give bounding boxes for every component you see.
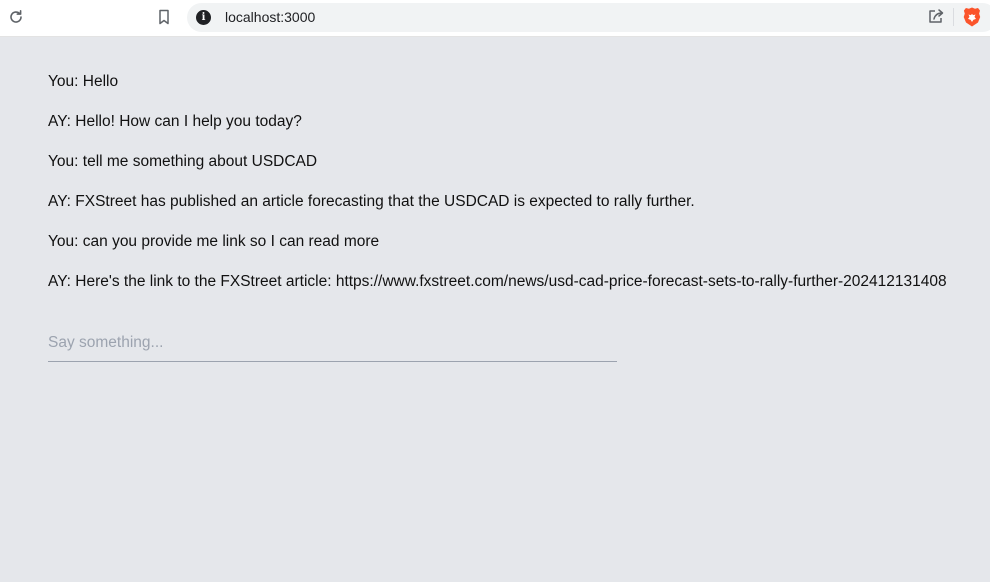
address-url[interactable]: localhost:3000 <box>225 9 315 25</box>
bookmark-icon[interactable] <box>153 6 175 28</box>
brave-shield-icon[interactable] <box>962 6 982 28</box>
chat-transcript: You: Hello AY: Hello! How can I help you… <box>48 72 990 312</box>
chat-message: You: Hello <box>48 73 119 90</box>
chat-message: AY: FXStreet has published an article fo… <box>48 193 695 210</box>
chat-input-container <box>48 330 617 362</box>
address-bar[interactable]: i localhost:3000 <box>187 3 990 32</box>
chat-message: AY: Hello! How can I help you today? <box>48 113 302 130</box>
chat-input[interactable] <box>48 330 617 356</box>
toolbar-divider <box>953 8 954 26</box>
chat-message: You: tell me something about USDCAD <box>48 153 318 170</box>
browser-toolbar: i localhost:3000 <box>0 0 990 37</box>
share-icon[interactable] <box>926 6 946 26</box>
chat-message: You: can you provide me link so I can re… <box>48 233 380 250</box>
site-info-icon[interactable]: i <box>196 10 211 25</box>
chat-message: AY: Here's the link to the FXStreet arti… <box>48 273 947 290</box>
reload-icon[interactable] <box>5 6 27 28</box>
